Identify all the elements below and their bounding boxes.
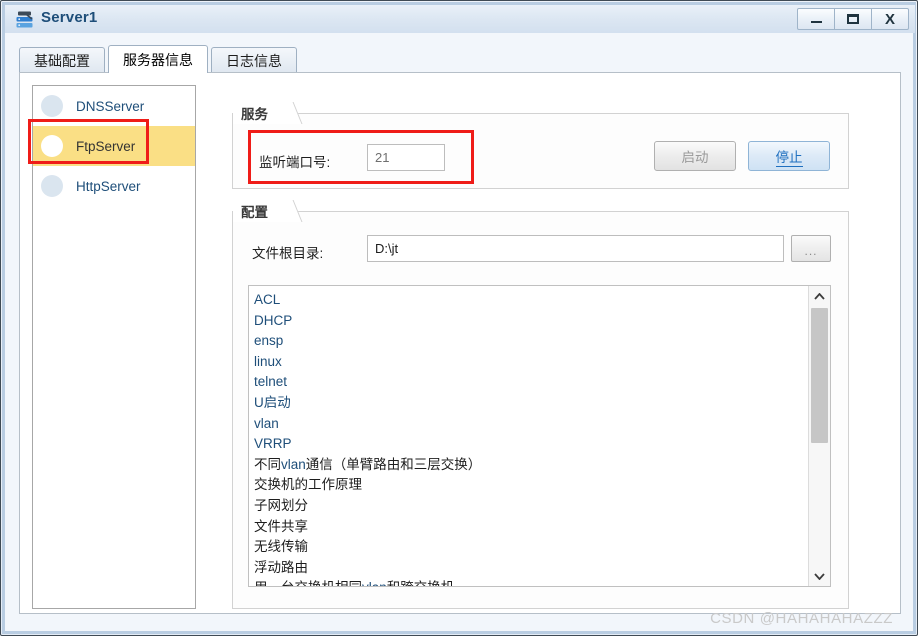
scroll-up-icon[interactable] [809, 286, 830, 306]
title-bar[interactable]: Server1 X [5, 5, 915, 33]
stop-button-label: 停止 [775, 146, 803, 167]
list-item[interactable]: vlan [254, 414, 808, 435]
list-item[interactable]: telnet [254, 372, 808, 393]
list-item[interactable]: 子网划分 [254, 496, 808, 517]
server-device-icon [15, 10, 35, 29]
scroll-down-icon[interactable] [809, 566, 830, 586]
tab-log-info[interactable]: 日志信息 [211, 47, 297, 73]
list-item[interactable]: 浮动路由 [254, 558, 808, 579]
sidebar-item-httpserver[interactable]: HttpServer [33, 166, 195, 206]
sidebar-item-label: DNSServer [76, 98, 145, 114]
list-item[interactable]: linux [254, 352, 808, 373]
list-item[interactable]: ACL [254, 290, 808, 311]
list-item[interactable]: 用一台交换机相同vlan和跨交换机 [254, 578, 808, 586]
port-input[interactable]: 21 [367, 144, 445, 171]
file-root-input[interactable]: D:\jt [367, 235, 784, 262]
server-window: Server1 X 基础配置 服务器信息 日志信息 DNSServer FtpS… [0, 0, 918, 636]
start-button[interactable]: 启动 [654, 141, 736, 171]
file-list-items: ACL DHCP ensp linux telnet U启动 vlan VRRP 不同vlan通… [249, 286, 808, 586]
maximize-button[interactable] [834, 8, 872, 30]
list-item[interactable]: DHCP [254, 311, 808, 332]
file-root-label: 文件根目录: [252, 246, 324, 261]
server-list[interactable]: DNSServer FtpServer HttpServer [32, 85, 196, 609]
sidebar-item-label: HttpServer [76, 178, 141, 194]
tab-label: 基础配置 [34, 52, 90, 69]
minimize-icon [810, 21, 822, 23]
list-item[interactable]: 不同vlan通信（单臂路由和三层交换） [254, 455, 808, 476]
scrollbar-thumb[interactable] [811, 308, 828, 443]
close-button[interactable]: X [871, 8, 909, 30]
tab-label: 服务器信息 [123, 51, 193, 68]
list-item[interactable]: 文件共享 [254, 517, 808, 538]
status-circle-icon [41, 95, 63, 117]
close-icon: X [884, 10, 895, 28]
start-button-label: 启动 [681, 150, 709, 165]
window-title: Server1 [41, 9, 98, 26]
maximize-icon [847, 14, 859, 24]
window-controls: X [797, 8, 909, 30]
list-item[interactable]: U启动 [254, 393, 808, 414]
tab-server-info[interactable]: 服务器信息 [108, 45, 208, 73]
file-list[interactable]: ACL DHCP ensp linux telnet U启动 vlan VRRP 不同vlan通… [248, 285, 831, 587]
status-circle-icon [41, 135, 63, 157]
tab-label: 日志信息 [226, 52, 282, 69]
list-item[interactable]: ensp [254, 331, 808, 352]
minimize-button[interactable] [797, 8, 835, 30]
list-item[interactable]: 交换机的工作原理 [254, 475, 808, 496]
file-list-scrollbar[interactable] [808, 286, 830, 586]
sidebar-item-ftpserver[interactable]: FtpServer [33, 126, 195, 166]
tab-strip: 基础配置 服务器信息 日志信息 [19, 45, 300, 73]
stop-button[interactable]: 停止 [748, 141, 830, 171]
sidebar-item-dnsserver[interactable]: DNSServer [33, 86, 195, 126]
tab-basic-config[interactable]: 基础配置 [19, 47, 105, 73]
browse-button-label: ... [804, 244, 818, 258]
browse-button[interactable]: ... [791, 235, 831, 262]
list-item[interactable]: VRRP [254, 434, 808, 455]
sidebar-item-label: FtpServer [76, 138, 136, 154]
list-item[interactable]: 无线传输 [254, 537, 808, 558]
port-label: 监听端口号: [259, 155, 331, 170]
watermark: CSDN @HAHAHAHAZZZ [710, 610, 893, 627]
status-circle-icon [41, 175, 63, 197]
